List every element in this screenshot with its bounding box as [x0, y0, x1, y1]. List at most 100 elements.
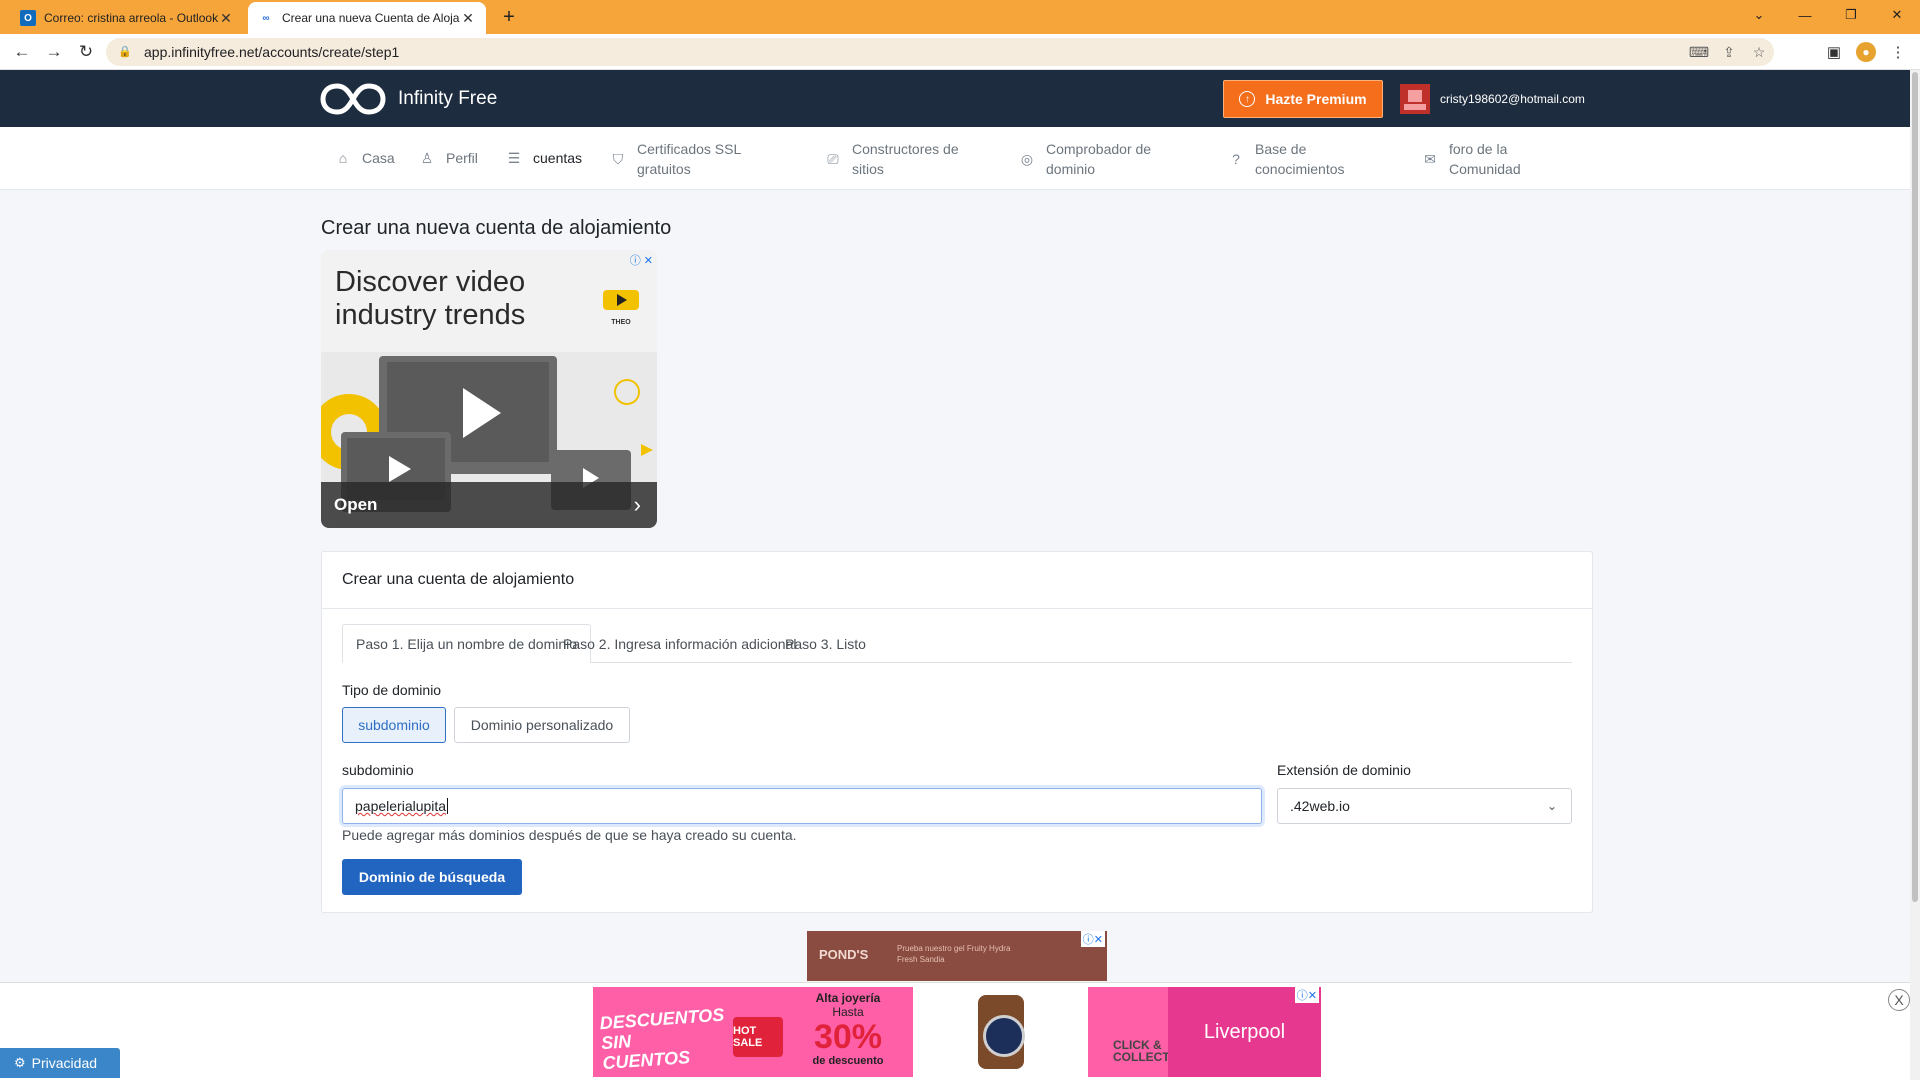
more-menu-icon[interactable]: ⋮: [1886, 40, 1910, 64]
sticky-ad-close-button[interactable]: X: [1888, 989, 1910, 1011]
extension-label: Extensión de dominio: [1277, 762, 1411, 778]
watch-image: [978, 995, 1025, 1069]
video-ad[interactable]: Discover video industry trends THEO ⓘ ✕: [321, 250, 657, 528]
page-title: Crear una nueva cuenta de alojamiento: [321, 217, 672, 239]
browser-tab-outlook[interactable]: O Correo: cristina arreola - Outlook ✕: [10, 2, 244, 34]
privacy-button[interactable]: ⚙ Privacidad: [0, 1048, 120, 1078]
home-icon: ⌂: [338, 150, 348, 166]
translate-icon[interactable]: ⌨: [1684, 44, 1714, 61]
nav-item-forum[interactable]: ✉ foro de la Comunidad: [1421, 139, 1551, 179]
subdomain-input[interactable]: papelerialupita: [342, 788, 1262, 824]
gear-icon: ⚙: [14, 1055, 26, 1070]
nav-label: Certificados SSL gratuitos: [637, 141, 741, 177]
ad-info-close-icon[interactable]: ⓘ ✕: [630, 252, 653, 268]
browser-tabstrip: O Correo: cristina arreola - Outlook ✕ ∞…: [0, 0, 1920, 34]
logo-text: Infinity Free: [398, 88, 498, 109]
shield-icon: ⛉: [612, 151, 624, 167]
ad-open-bar[interactable]: Open ›: [321, 482, 657, 528]
nav-item-perfil[interactable]: ♙ Perfil: [418, 148, 478, 168]
browser-toolbar: ← → ↻ 🔒 app.infinityfree.net/accounts/cr…: [0, 34, 1920, 70]
reload-icon[interactable]: ↻: [74, 40, 98, 64]
nav-item-domain-checker[interactable]: ◎ Comprobador de dominio: [1018, 139, 1178, 179]
minimize-icon[interactable]: —: [1782, 0, 1828, 30]
tab-step-3[interactable]: Paso 3. Listo: [772, 624, 879, 663]
click-collect-text: CLICK & COLLECT: [1113, 1038, 1170, 1064]
nav-label: foro de la Comunidad: [1449, 141, 1521, 177]
custom-domain-type-button[interactable]: Dominio personalizado: [454, 707, 630, 743]
ponds-ad[interactable]: POND'S Prueba nuestro gel Fruity Hydra F…: [807, 931, 1107, 981]
banner-line4: de descuento: [812, 1055, 884, 1067]
nav-label: Base de conocimientos: [1255, 141, 1345, 177]
nav-item-ssl[interactable]: ⛉ Certificados SSL gratuitos: [609, 139, 769, 179]
close-icon[interactable]: ✕: [218, 10, 234, 27]
banner-percent: 30%: [813, 1018, 883, 1056]
extension-select[interactable]: .42web.io ⌄: [1277, 788, 1572, 824]
nav-item-casa[interactable]: ⌂ Casa: [334, 148, 395, 168]
help-text: Puede agregar más dominios después de qu…: [342, 827, 797, 843]
back-icon[interactable]: ←: [10, 40, 34, 64]
tab-search-icon[interactable]: ⌄: [1736, 0, 1782, 30]
nav-label: Constructores de sitios: [852, 141, 959, 177]
address-bar[interactable]: 🔒 app.infinityfree.net/accounts/create/s…: [106, 38, 1774, 66]
user-email: cristy198602@hotmail.com: [1440, 92, 1585, 106]
user-menu[interactable]: cristy198602@hotmail.com: [1400, 84, 1585, 114]
site-logo[interactable]: Infinity Free: [320, 82, 497, 116]
nav-item-site-builders[interactable]: ⎚ Constructores de sitios: [824, 139, 984, 179]
banner-line1: Alta joyería: [815, 991, 881, 1005]
lock-icon: 🔒: [118, 46, 132, 58]
main-nav: ⌂ Casa ♙ Perfil ☰ cuentas ⛉ Certificados…: [0, 127, 1910, 190]
banner-ad-close-icon[interactable]: ⓘ✕: [1294, 987, 1319, 1003]
side-panel-icon[interactable]: ▣: [1822, 40, 1846, 64]
domain-type-label: Tipo de dominio: [342, 682, 442, 698]
ad-headline: Discover video industry trends: [335, 266, 526, 331]
subdomain-value: papelerialupita: [355, 798, 447, 814]
tab-step-2[interactable]: Paso 2. Ingresa información adicional: [550, 624, 809, 663]
ad-copy: Prueba nuestro gel Fruity Hydra Fresh Sa…: [897, 944, 1011, 964]
subdomain-label: subdominio: [342, 762, 414, 778]
ad-logo-text: THEO: [611, 319, 631, 326]
server-icon: ☰: [507, 150, 521, 166]
share-icon[interactable]: ⇪: [1714, 44, 1744, 61]
chevron-down-icon: ⌄: [1546, 799, 1557, 813]
banner-offer: Alta joyería Hasta 30% de descuento: [793, 991, 903, 1067]
nav-label: Comprobador de dominio: [1046, 141, 1152, 177]
text-caret: [447, 798, 449, 814]
restore-icon[interactable]: ❐: [1828, 0, 1874, 30]
liverpool-banner-ad[interactable]: DESCUENTOS SIN CUENTOS HOT SALE Alta joy…: [593, 987, 1321, 1077]
paint-roller-icon: ⎚: [827, 151, 839, 167]
premium-label: Hazte Premium: [1265, 91, 1367, 107]
profile-icon[interactable]: ●: [1854, 40, 1878, 64]
theo-logo: THEO: [601, 288, 641, 326]
outlook-icon: O: [20, 10, 36, 26]
new-tab-button[interactable]: +: [498, 6, 520, 28]
banner-line2: Hasta: [832, 1005, 864, 1019]
chat-icon: ✉: [1424, 151, 1436, 167]
nav-item-cuentas[interactable]: ☰ cuentas: [505, 148, 582, 168]
ad-brand: POND'S: [819, 947, 869, 962]
ad-open-label: Open: [334, 495, 378, 514]
nav-label: Casa: [362, 150, 395, 166]
question-circle-icon: ?: [1232, 151, 1240, 167]
window-close-icon[interactable]: ✕: [1874, 0, 1920, 30]
premium-button[interactable]: ↑ Hazte Premium: [1223, 80, 1383, 118]
create-account-card: Crear una cuenta de alojamiento Paso 1. …: [321, 551, 1593, 913]
nav-label: Perfil: [446, 150, 478, 166]
ad-close-icon[interactable]: ⓘ✕: [1080, 931, 1105, 947]
hot-sale-badge: HOT SALE: [733, 1017, 783, 1057]
forward-icon[interactable]: →: [42, 40, 66, 64]
scrollbar-thumb[interactable]: [1912, 72, 1918, 902]
url-text: app.infinityfree.net/accounts/create/ste…: [144, 44, 400, 60]
close-icon[interactable]: ✕: [460, 10, 476, 27]
nav-label: cuentas: [533, 150, 583, 166]
browser-tab-infinityfree[interactable]: ∞ Crear una nueva Cuenta de Alojamiento …: [248, 2, 486, 34]
bookmark-star-icon[interactable]: ☆: [1744, 44, 1774, 61]
user-icon: ♙: [420, 150, 434, 166]
tab-title: Crear una nueva Cuenta de Alojamiento: [282, 11, 460, 25]
subdomain-type-button[interactable]: subdominio: [342, 707, 446, 743]
play-logo-icon: [603, 290, 639, 310]
nav-item-knowledge-base[interactable]: ? Base de conocimientos: [1227, 139, 1387, 179]
search-domain-button[interactable]: Dominio de búsqueda: [342, 859, 522, 895]
arrow-up-circle-icon: ↑: [1239, 91, 1256, 107]
banner-headline: DESCUENTOS SIN CUENTOS: [599, 1004, 725, 1074]
site-header: Infinity Free ↑ Hazte Premium cristy1986…: [0, 70, 1910, 127]
